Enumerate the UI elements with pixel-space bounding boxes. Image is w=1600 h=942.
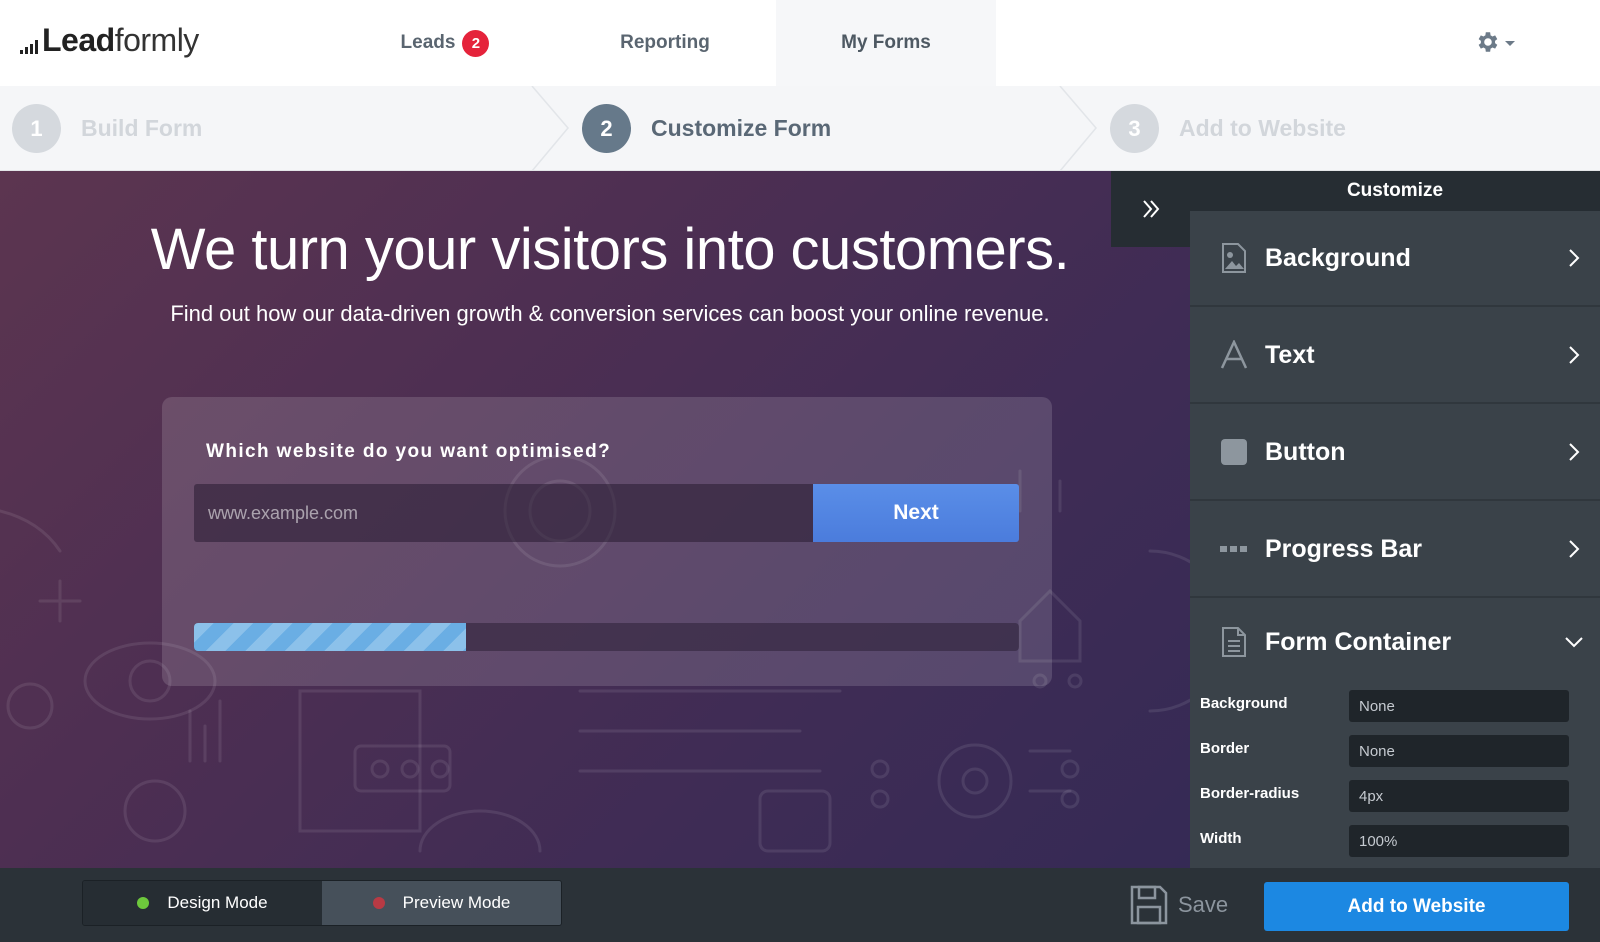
step-label: Build Form	[81, 115, 203, 141]
nav-leads-label: Leads	[400, 32, 456, 53]
bottom-toolbar: Design Mode Preview Mode Save Add to Web…	[0, 868, 1600, 942]
chevron-down-icon	[1565, 637, 1583, 648]
logo-light: formly	[114, 22, 200, 58]
website-input[interactable]: www.example.com	[194, 484, 813, 542]
section-text[interactable]: Text	[1190, 308, 1600, 404]
step-label: Customize Form	[651, 115, 832, 141]
prop-input-background[interactable]: None	[1349, 690, 1569, 722]
add-to-website-button[interactable]: Add to Website	[1264, 882, 1569, 931]
double-chevron-right-icon	[1142, 200, 1159, 218]
nav-reporting[interactable]: Reporting	[570, 0, 760, 86]
leads-count-badge: 2	[462, 29, 490, 57]
section-label: Progress Bar	[1265, 534, 1423, 563]
hero-title[interactable]: We turn your visitors into customers.	[0, 216, 1190, 283]
wizard-steps: 1 Build Form 2 Customize Form 3 Add to W…	[0, 86, 1600, 171]
section-progress-bar[interactable]: Progress Bar	[1190, 502, 1600, 598]
document-icon	[1218, 626, 1250, 658]
settings-menu[interactable]	[1474, 26, 1522, 58]
preview-mode-button[interactable]: Preview Mode	[322, 881, 561, 925]
section-button[interactable]: Button	[1190, 405, 1600, 501]
font-icon	[1218, 339, 1250, 371]
preview-mode-label: Preview Mode	[402, 893, 511, 912]
leadformly-logo[interactable]: Leadformly	[20, 20, 199, 60]
logo-text: Leadformly	[42, 20, 199, 60]
signal-bars-icon	[20, 40, 38, 54]
section-label: Form Container	[1265, 627, 1452, 656]
prop-label-border-radius: Border-radius	[1200, 785, 1300, 802]
collapse-panel-button[interactable]	[1111, 171, 1190, 247]
section-label: Text	[1265, 340, 1315, 369]
step-add-to-website[interactable]: 3 Add to Website	[1110, 86, 1346, 171]
prop-label-background: Background	[1200, 695, 1288, 712]
step-number: 3	[1110, 104, 1159, 153]
prop-label-width: Width	[1200, 830, 1242, 847]
chevron-right-icon	[1569, 540, 1580, 558]
prop-input-width[interactable]: 100%	[1349, 825, 1569, 857]
status-dot-green	[137, 897, 150, 909]
design-mode-label: Design Mode	[167, 893, 268, 912]
nav-my-forms[interactable]: My Forms	[776, 0, 996, 86]
section-label: Background	[1265, 243, 1411, 272]
section-form-container[interactable]: Form Container	[1190, 599, 1600, 685]
form-preview-canvas: We turn your visitors into customers. Fi…	[0, 171, 1190, 868]
chevron-right-icon	[1569, 443, 1580, 461]
progress-bar-fill	[194, 623, 467, 651]
step-separator-icon	[1059, 86, 1097, 171]
step-label: Add to Website	[1179, 115, 1346, 141]
caret-down-icon	[1505, 41, 1515, 46]
next-button[interactable]: Next	[813, 484, 1019, 542]
step-separator-icon	[531, 86, 569, 171]
save-button[interactable]: Save	[1130, 884, 1228, 926]
form-progress-bar[interactable]	[194, 623, 1019, 651]
website-input-placeholder: www.example.com	[208, 502, 359, 523]
step-number: 2	[582, 104, 631, 153]
nav-leads[interactable]: Leads 2	[360, 0, 530, 86]
save-label: Save	[1178, 892, 1229, 917]
form-question[interactable]: Which website do you want optimised?	[206, 441, 611, 463]
image-icon	[1218, 242, 1250, 274]
prop-label-border: Border	[1200, 740, 1250, 757]
status-dot-red	[372, 897, 385, 909]
form-container[interactable]: Which website do you want optimised? www…	[162, 397, 1052, 686]
hero-subtitle[interactable]: Find out how our data-driven growth & co…	[0, 301, 1190, 327]
customize-panel-title: Customize	[1190, 171, 1600, 211]
prop-input-border[interactable]: None	[1349, 735, 1569, 767]
chevron-right-icon	[1569, 249, 1580, 267]
logo-bold: Lead	[42, 22, 115, 58]
nav-reporting-label: Reporting	[620, 32, 710, 53]
design-mode-button[interactable]: Design Mode	[83, 881, 322, 925]
nav-my-forms-label: My Forms	[841, 32, 931, 53]
section-background[interactable]: Background	[1190, 211, 1600, 307]
gear-icon	[1478, 32, 1498, 52]
customize-panel: Customize Background Text Button Progres…	[1190, 171, 1600, 868]
step-number: 1	[12, 104, 61, 153]
section-label: Button	[1265, 437, 1346, 466]
prop-input-border-radius[interactable]: 4px	[1349, 780, 1569, 812]
mode-toggle: Design Mode Preview Mode	[82, 880, 562, 926]
floppy-disk-icon	[1130, 885, 1168, 925]
top-navigation: Leadformly Leads 2 Reporting My Forms	[0, 0, 1600, 86]
progress-dots-icon	[1218, 533, 1250, 565]
step-customize-form[interactable]: 2 Customize Form	[582, 86, 831, 171]
chevron-right-icon	[1569, 346, 1580, 364]
button-icon	[1218, 436, 1250, 468]
step-build-form[interactable]: 1 Build Form	[12, 86, 202, 171]
